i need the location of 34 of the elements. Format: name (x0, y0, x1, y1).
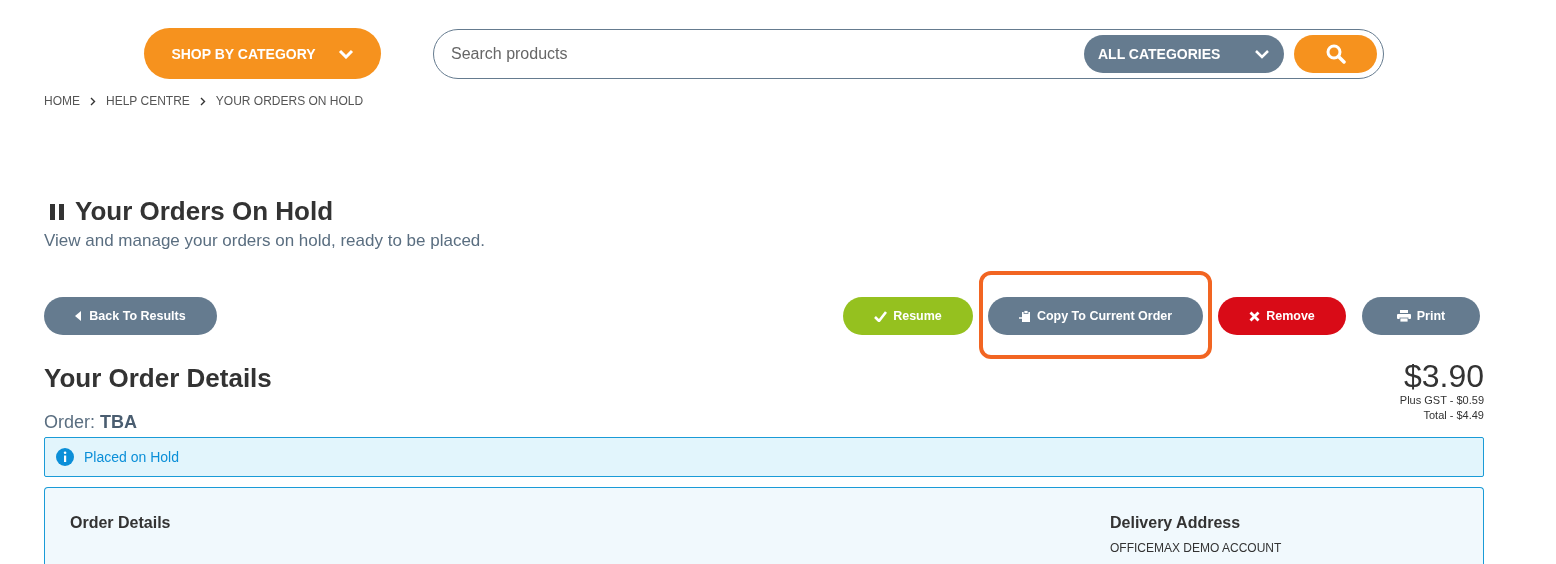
gst-amount: Plus GST - $0.59 (1399, 393, 1484, 408)
check-icon (874, 310, 888, 322)
chevron-down-icon (1254, 48, 1270, 59)
breadcrumb-link[interactable]: HELP CENTRE (106, 94, 190, 108)
search-field[interactable]: Search products ALL CATEGORIES (433, 28, 1384, 79)
back-to-results-button[interactable]: Back To Results (44, 297, 217, 335)
search-icon (1325, 43, 1346, 64)
order-number: Order: TBA (44, 412, 138, 433)
caret-left-icon (75, 311, 82, 321)
breadcrumb-link[interactable]: YOUR ORDERS ON HOLD (215, 94, 364, 108)
card-heading: Delivery Address (1110, 514, 1242, 532)
action-button[interactable]: Print (1362, 297, 1480, 335)
page-subtitle: View and manage your orders on hold, ready to be placed. (44, 231, 487, 251)
action-button[interactable]: Remove (1218, 297, 1346, 335)
printer-icon (1396, 310, 1411, 322)
chevron-down-icon (337, 48, 354, 59)
chevron-right-icon (199, 96, 206, 106)
clipboard-icon (1018, 309, 1031, 323)
alert-text: Placed on Hold (84, 449, 179, 465)
info-icon (56, 448, 74, 466)
category-dropdown[interactable]: ALL CATEGORIES (1084, 34, 1284, 73)
shop-by-category-button[interactable]: SHOP BY CATEGORY (144, 28, 381, 79)
action-button[interactable]: Copy To Current Order (988, 297, 1203, 335)
page-title: Your Orders On Hold (75, 196, 334, 227)
pause-icon (49, 202, 65, 221)
chevron-right-icon (90, 96, 96, 106)
order-details-heading: Your Order Details (44, 363, 272, 394)
address-line: OFFICEMAX DEMO ACCOUNT (1110, 541, 1283, 555)
card-heading: Order Details (70, 514, 171, 533)
close-icon (1249, 310, 1261, 322)
breadcrumb-link[interactable]: HOME (44, 94, 80, 108)
order-price: $3.90 (1403, 359, 1484, 393)
order-total: Total - $4.49 (1423, 408, 1484, 423)
search-button[interactable] (1294, 34, 1377, 73)
